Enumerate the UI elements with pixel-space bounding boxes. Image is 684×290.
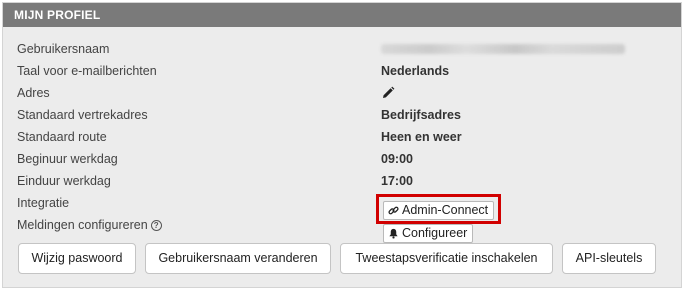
admin-connect-button[interactable]: Admin-Connect <box>383 201 495 220</box>
default-route-label: Standaard route <box>17 130 107 144</box>
profile-fields: Gebruikersnaam Taal voor e-mailberichten… <box>17 39 681 237</box>
link-icon <box>388 206 399 215</box>
workday-start-label: Beginuur werkdag <box>17 152 118 166</box>
row-default-route: Standaard route Heen en weer <box>17 127 681 149</box>
row-integration: Integratie <box>17 193 681 215</box>
workday-end-value: 17:00 <box>381 174 413 188</box>
row-address: Adres <box>17 83 681 105</box>
username-value-redacted <box>381 42 625 57</box>
username-label: Gebruikersnaam <box>17 42 110 56</box>
api-keys-button[interactable]: API-sleutels <box>562 243 656 274</box>
pencil-icon <box>383 86 395 98</box>
change-password-button[interactable]: Wijzig paswoord <box>18 243 136 274</box>
bell-icon <box>389 228 398 239</box>
default-route-value: Heen en weer <box>381 130 462 144</box>
row-workday-start: Beginuur werkdag 09:00 <box>17 149 681 171</box>
default-departure-label: Standaard vertrekadres <box>17 108 148 122</box>
default-departure-value: Bedrijfsadres <box>381 108 461 122</box>
workday-end-label: Einduur werkdag <box>17 174 111 188</box>
workday-start-value: 09:00 <box>381 152 413 166</box>
row-email-language: Taal voor e-mailberichten Nederlands <box>17 61 681 83</box>
panel-title: MIJN PROFIEL <box>3 3 681 27</box>
edit-address-button[interactable] <box>381 86 395 103</box>
integration-label: Integratie <box>17 196 70 210</box>
address-label: Adres <box>17 86 50 100</box>
profile-panel: MIJN PROFIEL Gebruikersnaam Taal voor e-… <box>2 2 682 288</box>
configure-notifications-button[interactable]: Configureer <box>383 224 474 243</box>
info-icon[interactable]: ? <box>150 220 162 231</box>
notifications-label: Meldingen configureren? <box>17 218 162 232</box>
enable-2fa-button[interactable]: Tweestapsverificatie inschakelen <box>340 243 553 274</box>
change-username-button[interactable]: Gebruikersnaam veranderen <box>145 243 331 274</box>
email-language-label: Taal voor e-mailberichten <box>17 64 157 78</box>
row-default-departure: Standaard vertrekadres Bedrijfsadres <box>17 105 681 127</box>
email-language-value: Nederlands <box>381 64 450 78</box>
row-workday-end: Einduur werkdag 17:00 <box>17 171 681 193</box>
row-notifications: Meldingen configureren? <box>17 215 681 237</box>
row-username: Gebruikersnaam <box>17 39 681 61</box>
